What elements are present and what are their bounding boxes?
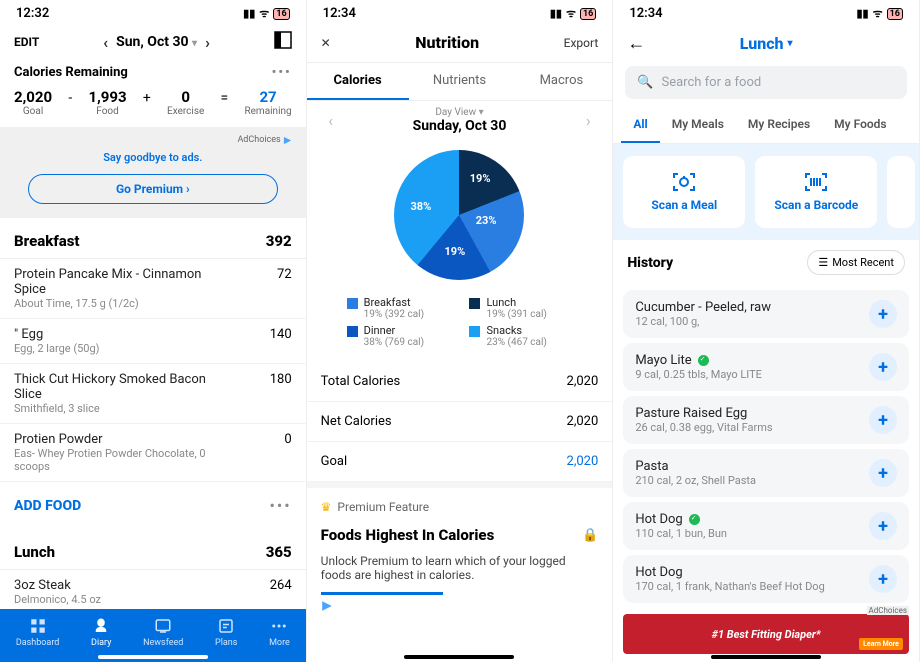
add-item-button[interactable]: +: [869, 512, 897, 540]
tab-myrecipes[interactable]: My Recipes: [736, 107, 822, 143]
search-icon: 🔍: [637, 75, 653, 90]
history-item[interactable]: Hot Dog170 cal, 1 frank, Nathan's Beef H…: [623, 555, 909, 603]
add-item-button[interactable]: +: [869, 300, 897, 328]
history-item[interactable]: Mayo Lite9 cal, 0.25 tbls, Mayo LITE +: [623, 343, 909, 391]
scan-more-button[interactable]: [887, 156, 915, 228]
verified-icon: [698, 355, 709, 366]
food-item[interactable]: Thick Cut Hickory Smoked Bacon SliceSmit…: [0, 364, 306, 424]
nutrition-screen: 12:34 ▮▮ ᯤ 16 ✕ Nutrition Export Calorie…: [307, 0, 614, 662]
tab-all[interactable]: All: [621, 107, 659, 143]
nutrition-date: Sunday, Oct 30: [345, 118, 575, 134]
pie-legend: Breakfast19% (392 cal) Lunch19% (391 cal…: [307, 290, 613, 362]
tab-mymeals[interactable]: My Meals: [660, 107, 736, 143]
calorie-pie-chart: 19% 23% 19% 38%: [394, 150, 524, 280]
status-bar: 12:34 ▮▮ ᯤ 16: [307, 0, 613, 23]
food-item[interactable]: Protein Pancake Mix - Cinnamon SpiceAbou…: [0, 259, 306, 319]
add-food-button[interactable]: ADD FOOD: [14, 498, 81, 514]
history-item[interactable]: Cucumber - Peeled, raw12 cal, 100 g, +: [623, 290, 909, 338]
nav-plans[interactable]: Plans: [215, 617, 237, 648]
home-indicator[interactable]: [98, 655, 208, 659]
nutrition-tabs: Calories Nutrients Macros: [307, 63, 613, 101]
export-button[interactable]: Export: [564, 36, 599, 50]
layout-toggle-icon[interactable]: [274, 31, 292, 53]
back-button[interactable]: ←: [627, 33, 645, 54]
tab-calories[interactable]: Calories: [307, 63, 409, 100]
history-item[interactable]: Pasture Raised Egg26 cal, 0.38 egg, Vita…: [623, 396, 909, 444]
ad-banner[interactable]: AdChoices #1 Best Fitting Diaper* Learn …: [623, 614, 909, 654]
food-search-screen: 12:34 ▮▮ ᯤ 16 ← Lunch▾ 🔍 Search for a fo…: [613, 0, 920, 662]
food-item[interactable]: Protien PowderEas- Whey Protien Powder C…: [0, 424, 306, 482]
status-bar: 12:32 ▮▮ ᯤ 16: [0, 0, 306, 23]
ads-message: Say goodbye to ads.: [14, 145, 292, 174]
calories-more-button[interactable]: •••: [272, 65, 292, 80]
legend-item: Dinner38% (769 cal): [347, 324, 450, 348]
premium-feature-desc: Unlock Premium to learn which of your lo…: [307, 548, 613, 582]
premium-badge: ♛Premium Feature: [321, 500, 599, 514]
prev-period-button[interactable]: ‹: [317, 111, 345, 130]
home-indicator[interactable]: [711, 655, 821, 659]
calories-remaining-label: Calories Remaining: [14, 65, 128, 80]
close-button[interactable]: ✕: [321, 36, 331, 50]
history-item[interactable]: Pasta210 cal, 2 oz, Shell Pasta +: [623, 449, 909, 497]
goal-row[interactable]: Goal2,020: [307, 442, 613, 482]
ads-panel: AdChoices Say goodbye to ads. Go Premium…: [0, 127, 306, 218]
food-tabs: All My Meals My Recipes My Foods: [613, 107, 919, 144]
net-calories-row: Net Calories2,020: [307, 402, 613, 442]
nav-more[interactable]: More: [269, 617, 290, 648]
tab-nutrients[interactable]: Nutrients: [409, 63, 511, 100]
add-item-button[interactable]: +: [869, 459, 897, 487]
adchoices-label: AdChoices: [867, 606, 909, 615]
prev-day-button[interactable]: ‹: [103, 33, 108, 52]
tab-myfoods[interactable]: My Foods: [822, 107, 898, 143]
crown-icon: ♛: [321, 500, 332, 514]
history-label: History: [627, 255, 673, 271]
diary-screen: 12:32 ▮▮ ᯤ 16 EDIT ‹ Sun, Oct 30 ▾ › Cal…: [0, 0, 307, 662]
lunch-header[interactable]: Lunch365: [0, 529, 306, 570]
food-item[interactable]: " EggEgg, 2 large (50g) 140: [0, 319, 306, 364]
add-item-button[interactable]: +: [869, 565, 897, 593]
nav-dashboard[interactable]: Dashboard: [16, 617, 60, 648]
verified-icon: [689, 514, 700, 525]
edit-button[interactable]: EDIT: [14, 35, 39, 49]
sort-button[interactable]: ☰Most Recent: [807, 250, 905, 275]
home-indicator[interactable]: [404, 655, 514, 659]
add-item-button[interactable]: +: [869, 406, 897, 434]
page-title: Nutrition: [415, 33, 479, 52]
status-bar: 12:34 ▮▮ ᯤ 16: [613, 0, 919, 23]
next-period-button[interactable]: ›: [574, 111, 602, 130]
legend-item: Lunch19% (391 cal): [469, 296, 572, 320]
meal-selector[interactable]: Lunch▾: [645, 34, 887, 53]
premium-feature-title: Foods Highest In Calories: [321, 526, 495, 544]
tab-macros[interactable]: Macros: [510, 63, 612, 100]
scan-barcode-button[interactable]: Scan a Barcode: [755, 156, 877, 228]
adchoices-icon[interactable]: [321, 600, 333, 612]
legend-item: Snacks23% (467 cal): [469, 324, 572, 348]
lock-icon: 🔒: [582, 528, 598, 543]
go-premium-button[interactable]: Go Premium ›: [28, 174, 278, 204]
search-input[interactable]: 🔍 Search for a food: [625, 66, 907, 99]
calorie-equation: 2,020Goal - 1,993Food + 0Exercise = 27Re…: [0, 84, 306, 127]
scan-meal-button[interactable]: Scan a Meal: [623, 156, 745, 228]
total-calories-row: Total Calories2,020: [307, 362, 613, 402]
add-item-button[interactable]: +: [869, 353, 897, 381]
signal-icon: ▮▮: [243, 7, 255, 20]
meal-more-button[interactable]: •••: [269, 496, 291, 515]
battery-icon: 16: [273, 8, 289, 20]
wifi-icon: ᯤ: [259, 6, 269, 21]
view-selector[interactable]: Day View ▾: [345, 107, 575, 118]
next-day-button[interactable]: ›: [205, 33, 210, 52]
nav-diary[interactable]: Diary: [91, 617, 111, 648]
adchoices-label[interactable]: AdChoices: [14, 135, 292, 145]
legend-item: Breakfast19% (392 cal): [347, 296, 450, 320]
bottom-nav: Dashboard Diary Newsfeed Plans More: [0, 609, 306, 662]
breakfast-header[interactable]: Breakfast392: [0, 218, 306, 259]
history-item[interactable]: Hot Dog110 cal, 1 bun, Bun +: [623, 502, 909, 550]
nav-newsfeed[interactable]: Newsfeed: [143, 617, 183, 648]
sort-icon: ☰: [818, 256, 828, 269]
diary-date[interactable]: Sun, Oct 30 ▾: [116, 34, 197, 50]
